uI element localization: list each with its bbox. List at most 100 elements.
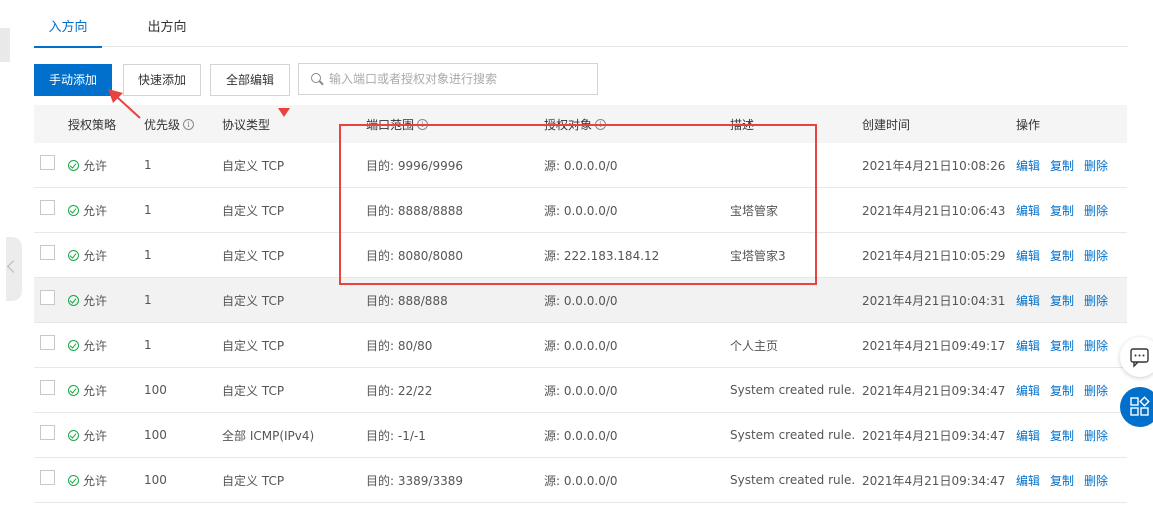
port-range-cell: 目的: 22/22: [366, 383, 433, 398]
created-time-cell: 2021年4月21日09:49:17: [862, 338, 1006, 353]
search-box: [298, 63, 598, 95]
delete-link[interactable]: 删除: [1084, 472, 1108, 489]
row-checkbox[interactable]: [40, 470, 55, 485]
table-row: 允许 1 自定义 TCP 目的: 8888/8888 源: 0.0.0.0/0 宝塔管家 2…: [34, 188, 1127, 233]
table-row: 允许 100 全部 ICMP(IPv4) 目的: -1/-1 源: 0.0.0.0/0 S…: [34, 413, 1127, 458]
row-checkbox[interactable]: [40, 245, 55, 260]
created-time-cell: 2021年4月21日10:06:43: [862, 203, 1006, 218]
protocol-cell: 全部 ICMP(IPv4): [222, 428, 315, 443]
port-range-cell: 目的: 80/80: [366, 338, 433, 353]
header-protocol: 协议类型: [222, 117, 271, 132]
protocol-cell: 自定义 TCP: [222, 383, 285, 398]
port-range-cell: 目的: 888/888: [366, 293, 448, 308]
copy-link[interactable]: 复制: [1050, 382, 1074, 399]
copy-link[interactable]: 复制: [1050, 292, 1074, 309]
info-icon[interactable]: i: [417, 118, 429, 130]
header-auth-object-label: 授权对象: [544, 117, 593, 132]
copy-link[interactable]: 复制: [1050, 472, 1074, 489]
ops-cell: 编辑 复制 删除: [1016, 278, 1118, 322]
table-row: 允许 1 自定义 TCP 目的: 9996/9996 源: 0.0.0.0/0 2021年…: [34, 143, 1127, 188]
delete-link[interactable]: 删除: [1084, 157, 1108, 174]
ops-cell: 编辑 复制 删除: [1016, 413, 1118, 457]
check-circle-icon: [68, 474, 79, 486]
protocol-cell: 自定义 TCP: [222, 338, 285, 353]
policy-label: 允许: [83, 248, 108, 263]
protocol-cell: 自定义 TCP: [222, 248, 285, 263]
info-icon[interactable]: i: [595, 118, 607, 130]
search-icon: [311, 73, 321, 83]
edit-link[interactable]: 编辑: [1016, 472, 1040, 489]
apps-grid-icon: [1130, 396, 1150, 416]
copy-link[interactable]: 复制: [1050, 337, 1074, 354]
direction-tabs: 入方向 出方向: [34, 0, 1128, 48]
delete-link[interactable]: 删除: [1084, 247, 1108, 264]
created-time-cell: 2021年4月21日10:04:31: [862, 293, 1006, 308]
collapse-sidebar-handle[interactable]: [6, 237, 22, 301]
search-input[interactable]: [329, 64, 591, 94]
table-row: 允许 100 自定义 TCP 目的: 3389/3389 源: 0.0.0.0/0 Sys…: [34, 458, 1127, 503]
policy-label: 允许: [83, 428, 108, 443]
copy-link[interactable]: 复制: [1050, 427, 1074, 444]
copy-link[interactable]: 复制: [1050, 157, 1074, 174]
edit-link[interactable]: 编辑: [1016, 247, 1040, 264]
bulk-edit-button[interactable]: 全部编辑: [210, 64, 290, 96]
table-row: 允许 1 自定义 TCP 目的: 8080/8080 源: 222.183.184.12…: [34, 233, 1127, 278]
check-circle-icon: [68, 339, 79, 351]
delete-link[interactable]: 删除: [1084, 292, 1108, 309]
header-auth-object: 授权对象 i: [544, 105, 607, 143]
policy-label: 允许: [83, 338, 108, 353]
edit-link[interactable]: 编辑: [1016, 202, 1040, 219]
tab-inbound[interactable]: 入方向: [34, 0, 102, 48]
chat-float-button[interactable]: [1120, 337, 1153, 377]
auth-object-cell: 源: 0.0.0.0/0: [544, 203, 618, 218]
port-range-cell: 目的: 9996/9996: [366, 158, 463, 173]
row-checkbox[interactable]: [40, 380, 55, 395]
policy-cell: 允许: [68, 458, 107, 502]
created-time-cell: 2021年4月21日10:08:26: [862, 158, 1006, 173]
protocol-cell: 自定义 TCP: [222, 158, 285, 173]
manual-add-button[interactable]: 手动添加: [34, 64, 112, 96]
protocol-cell: 自定义 TCP: [222, 293, 285, 308]
apps-float-button[interactable]: [1120, 387, 1153, 427]
description-cell: 个人主页: [730, 338, 779, 353]
copy-link[interactable]: 复制: [1050, 247, 1074, 264]
ops-cell: 编辑 复制 删除: [1016, 323, 1118, 367]
auth-object-cell: 源: 0.0.0.0/0: [544, 158, 618, 173]
priority-cell: 1: [144, 158, 152, 172]
policy-label: 允许: [83, 383, 108, 398]
row-checkbox[interactable]: [40, 200, 55, 215]
edit-link[interactable]: 编辑: [1016, 427, 1040, 444]
header-ops: 操作: [1016, 117, 1041, 132]
policy-cell: 允许: [68, 188, 107, 232]
check-circle-icon: [68, 159, 79, 171]
created-time-cell: 2021年4月21日10:05:29: [862, 248, 1006, 263]
info-icon[interactable]: i: [183, 118, 195, 130]
ops-cell: 编辑 复制 删除: [1016, 458, 1118, 502]
priority-cell: 1: [144, 293, 152, 307]
row-checkbox[interactable]: [40, 290, 55, 305]
tab-outbound[interactable]: 出方向: [137, 0, 197, 47]
rules-table: 授权策略 优先级 i 协议类型 端口范围 i 授权对象 i 描述 创建时间 操作 允许…: [34, 105, 1127, 503]
delete-link[interactable]: 删除: [1084, 427, 1108, 444]
policy-cell: 允许: [68, 368, 107, 412]
edit-link[interactable]: 编辑: [1016, 337, 1040, 354]
port-range-cell: 目的: 3389/3389: [366, 473, 463, 488]
delete-link[interactable]: 删除: [1084, 382, 1108, 399]
row-checkbox[interactable]: [40, 425, 55, 440]
row-checkbox[interactable]: [40, 155, 55, 170]
header-created-time: 创建时间: [862, 117, 911, 132]
row-checkbox[interactable]: [40, 335, 55, 350]
created-time-cell: 2021年4月21日09:34:47: [862, 383, 1006, 398]
edit-link[interactable]: 编辑: [1016, 292, 1040, 309]
table-row: 允许 1 自定义 TCP 目的: 80/80 源: 0.0.0.0/0 个人主页 2021年…: [34, 323, 1127, 368]
edit-link[interactable]: 编辑: [1016, 382, 1040, 399]
delete-link[interactable]: 删除: [1084, 337, 1108, 354]
header-priority: 优先级 i: [144, 105, 195, 143]
quick-add-button[interactable]: 快速添加: [123, 64, 201, 96]
created-time-cell: 2021年4月21日09:34:47: [862, 428, 1006, 443]
table-header: 授权策略 优先级 i 协议类型 端口范围 i 授权对象 i 描述 创建时间 操作: [34, 105, 1127, 143]
table-body: 允许 1 自定义 TCP 目的: 9996/9996 源: 0.0.0.0/0 2021年…: [34, 143, 1127, 503]
edit-link[interactable]: 编辑: [1016, 157, 1040, 174]
copy-link[interactable]: 复制: [1050, 202, 1074, 219]
delete-link[interactable]: 删除: [1084, 202, 1108, 219]
